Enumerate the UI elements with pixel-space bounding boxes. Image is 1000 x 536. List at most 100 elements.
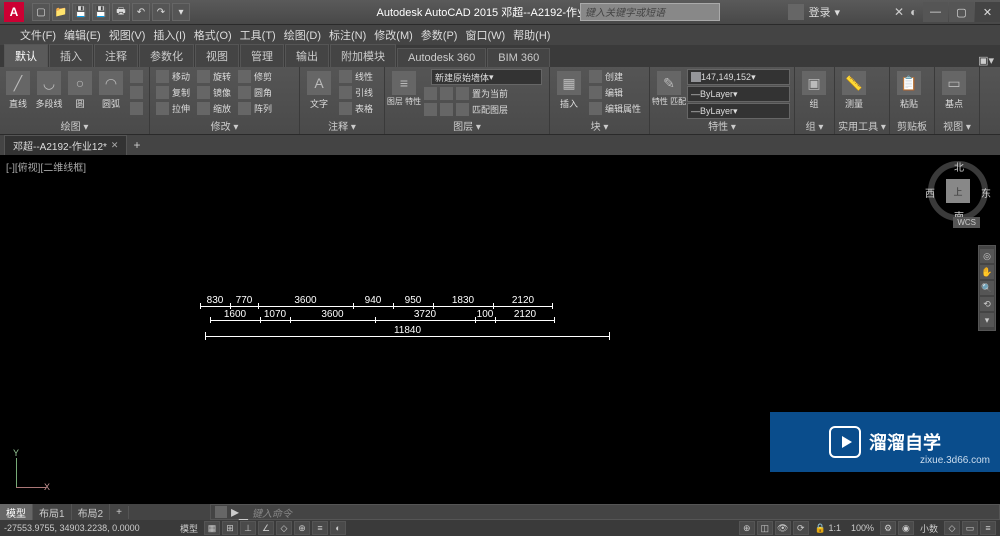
qat-dropdown-icon[interactable]: ▾	[172, 3, 190, 21]
anno-scale[interactable]: 🔒 1:1	[811, 523, 845, 534]
linear-dim-button[interactable]: 线性	[337, 69, 375, 84]
units-display[interactable]: 小数	[916, 522, 942, 535]
tab-addins[interactable]: 附加模块	[330, 44, 396, 67]
panel-block-label[interactable]: 块 ▾	[591, 118, 609, 133]
layer-dropdown[interactable]: 新建原始墙体 ▾	[431, 69, 542, 85]
nav-pan-icon[interactable]: ✋	[980, 265, 994, 279]
leader-button[interactable]: 引线	[337, 85, 375, 100]
layout-tab-2[interactable]: 布局2	[72, 504, 111, 521]
line-button[interactable]: ╱直线	[4, 69, 32, 117]
base-button[interactable]: ▭基点	[939, 69, 969, 117]
app-logo[interactable]: A	[4, 2, 24, 22]
scale-button[interactable]: 缩放	[195, 101, 233, 116]
menu-edit[interactable]: 编辑(E)	[64, 27, 101, 43]
exchange-icon[interactable]: ✕	[894, 5, 904, 19]
tab-annotate[interactable]: 注释	[94, 44, 138, 67]
menu-format[interactable]: 格式(O)	[194, 27, 232, 43]
ws-switch[interactable]: ⚙	[880, 521, 896, 535]
clean-screen-toggle[interactable]: ▭	[962, 521, 978, 535]
qat-save-icon[interactable]: 💾	[72, 3, 90, 21]
match-props-button[interactable]: ✎特性 匹配	[654, 69, 684, 117]
menu-view[interactable]: 视图(V)	[109, 27, 146, 43]
circle-button[interactable]: ○圆	[66, 69, 94, 117]
rotate-button[interactable]: 旋转	[195, 69, 233, 84]
qat-redo-icon[interactable]: ↷	[152, 3, 170, 21]
panel-util-label[interactable]: 实用工具 ▾	[838, 118, 886, 133]
nav-zoom-icon[interactable]: 🔍	[980, 281, 994, 295]
zoom-level[interactable]: 100%	[847, 523, 878, 533]
model-space-button[interactable]: 模型	[176, 522, 202, 535]
customize-toggle[interactable]: ≡	[980, 521, 996, 535]
view-cube[interactable]: 上 北 南 东 西	[928, 161, 988, 221]
edit-block-button[interactable]: 编辑	[587, 85, 643, 100]
panel-props-label[interactable]: 特性 ▾	[708, 118, 736, 133]
menu-help[interactable]: 帮助(H)	[513, 27, 550, 43]
move-button[interactable]: 移动	[154, 69, 192, 84]
panel-clip-label[interactable]: 剪贴板	[897, 118, 927, 133]
qat-undo-icon[interactable]: ↶	[132, 3, 150, 21]
help-search-input[interactable]: 键入关键字或短语	[580, 3, 720, 21]
grid-toggle[interactable]: ▦	[204, 521, 220, 535]
close-button[interactable]: ✕	[975, 2, 1000, 22]
stretch-button[interactable]: 拉伸	[154, 101, 192, 116]
tab-default[interactable]: 默认	[4, 44, 48, 67]
polar-toggle[interactable]: ∠	[258, 521, 274, 535]
tab-output[interactable]: 输出	[285, 44, 329, 67]
match-layer-button[interactable]: 匹配图层	[422, 102, 542, 117]
panel-layer-label[interactable]: 图层 ▾	[453, 118, 481, 133]
draw-more-2[interactable]	[128, 85, 145, 100]
layer-props-button[interactable]: ≡图层 特性	[389, 69, 419, 117]
measure-button[interactable]: 📏测量	[839, 69, 869, 117]
coords-display[interactable]: -27553.9755, 34903.2238, 0.0000	[4, 523, 174, 533]
menu-file[interactable]: 文件(F)	[20, 27, 56, 43]
panel-modify-label[interactable]: 修改 ▾	[211, 118, 239, 133]
cube-top-face[interactable]: 上	[946, 179, 970, 203]
layout-tab-1[interactable]: 布局1	[33, 504, 72, 521]
paste-button[interactable]: 📋粘贴	[894, 69, 924, 117]
tab-a360[interactable]: Autodesk 360	[397, 48, 486, 67]
table-button[interactable]: 表格	[337, 101, 375, 116]
minimize-button[interactable]: —	[923, 2, 948, 22]
insert-block-button[interactable]: ▦插入	[554, 69, 584, 117]
nav-orbit-icon[interactable]: ⟲	[980, 297, 994, 311]
menu-modify[interactable]: 修改(M)	[374, 27, 413, 43]
arc-button[interactable]: ◠圆弧	[97, 69, 125, 117]
text-button[interactable]: A文字	[304, 69, 334, 117]
nav-wheel-icon[interactable]: ◎	[980, 249, 994, 263]
menu-param[interactable]: 参数(P)	[421, 27, 458, 43]
fillet-button[interactable]: 圆角	[236, 85, 274, 100]
lineweight-dropdown[interactable]: — ByLayer ▾	[687, 103, 790, 119]
qat-saveas-icon[interactable]: 💾	[92, 3, 110, 21]
file-tab[interactable]: 邓超--A2192-作业12* ✕	[4, 135, 127, 156]
menu-window[interactable]: 窗口(W)	[465, 27, 505, 43]
snap-toggle[interactable]: ⊞	[222, 521, 238, 535]
layout-tab-add[interactable]: +	[110, 506, 129, 519]
copy-button[interactable]: 复制	[154, 85, 192, 100]
nav-show-icon[interactable]: ▾	[980, 313, 994, 327]
file-tab-close-icon[interactable]: ✕	[111, 140, 119, 151]
linetype-dropdown[interactable]: — ByLayer ▾	[687, 86, 790, 102]
lwt-toggle[interactable]: ≡	[312, 521, 328, 535]
qat-plot-icon[interactable]: 🖶	[112, 3, 130, 21]
ribbon-expand-icon[interactable]: ▣▾	[978, 54, 994, 67]
ortho-toggle[interactable]: ⊥	[240, 521, 256, 535]
tab-bim360[interactable]: BIM 360	[487, 48, 550, 67]
qp-toggle[interactable]: ◫	[757, 521, 773, 535]
panel-group-label[interactable]: 组 ▾	[806, 118, 824, 133]
qat-new-icon[interactable]: ▢	[32, 3, 50, 21]
menu-dim[interactable]: 标注(N)	[329, 27, 366, 43]
hw-accel-toggle[interactable]: ◉	[898, 521, 914, 535]
group-button[interactable]: ▣组	[799, 69, 829, 117]
create-block-button[interactable]: 创建	[587, 69, 643, 84]
trim-button[interactable]: 修剪	[236, 69, 274, 84]
polyline-button[interactable]: ◡多段线	[35, 69, 63, 117]
panel-view-label[interactable]: 视图 ▾	[943, 118, 971, 133]
panel-draw-label[interactable]: 绘图 ▾	[61, 118, 89, 133]
array-button[interactable]: 阵列	[236, 101, 274, 116]
make-current-button[interactable]: 置为当前	[422, 86, 542, 101]
anno-monitor-toggle[interactable]: 👁	[775, 521, 791, 535]
menu-insert[interactable]: 插入(I)	[153, 27, 185, 43]
isolate-toggle[interactable]: ◇	[944, 521, 960, 535]
sc-toggle[interactable]: ⊕	[739, 521, 755, 535]
new-file-tab-button[interactable]: +	[127, 138, 146, 152]
